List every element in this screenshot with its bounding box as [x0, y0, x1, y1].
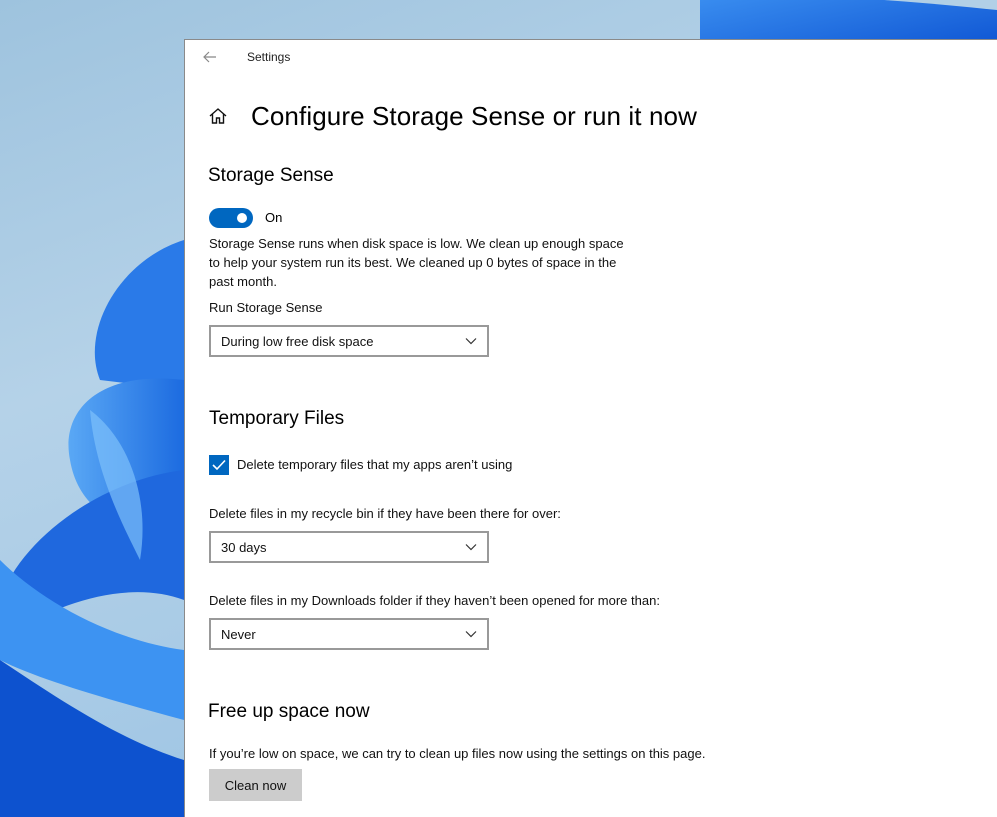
back-button[interactable] — [199, 46, 221, 68]
window-title: Settings — [247, 50, 291, 64]
dropdown-value: 30 days — [221, 540, 267, 555]
page-title: Configure Storage Sense or run it now — [251, 100, 697, 131]
free-up-space-heading: Free up space now — [208, 701, 370, 722]
chevron-down-icon — [465, 631, 477, 638]
storage-sense-heading: Storage Sense — [208, 165, 334, 186]
settings-window: Settings Configure Storage Sense or run … — [184, 39, 997, 817]
title-bar: Settings — [185, 40, 997, 74]
storage-sense-description: Storage Sense runs when disk space is lo… — [209, 234, 769, 291]
description-line: to help your system run its best. We cle… — [209, 255, 617, 270]
recycle-bin-dropdown[interactable]: 30 days — [209, 531, 489, 563]
free-up-space-description: If you’re low on space, we can try to cl… — [209, 746, 706, 761]
storage-sense-toggle[interactable] — [209, 208, 253, 228]
temporary-files-heading: Temporary Files — [209, 408, 345, 429]
chevron-down-icon — [465, 544, 477, 551]
back-arrow-icon — [203, 51, 216, 63]
recycle-bin-label: Delete files in my recycle bin if they h… — [209, 506, 561, 521]
description-line: past month. — [209, 274, 277, 289]
dropdown-value: Never — [221, 627, 256, 642]
home-icon — [209, 108, 227, 124]
home-button[interactable] — [207, 105, 229, 127]
toggle-knob — [237, 213, 247, 223]
downloads-folder-label: Delete files in my Downloads folder if t… — [209, 593, 660, 608]
run-storage-sense-dropdown[interactable]: During low free disk space — [209, 325, 489, 357]
description-line: Storage Sense runs when disk space is lo… — [209, 236, 624, 251]
page-header: Configure Storage Sense or run it now — [207, 98, 697, 134]
delete-temp-files-label: Delete temporary files that my apps aren… — [237, 457, 513, 472]
toggle-state-label: On — [265, 210, 283, 225]
downloads-folder-dropdown[interactable]: Never — [209, 618, 489, 650]
run-storage-sense-label: Run Storage Sense — [209, 300, 323, 315]
delete-temp-files-checkbox[interactable] — [209, 455, 229, 475]
dropdown-value: During low free disk space — [221, 334, 374, 349]
clean-now-button[interactable]: Clean now — [209, 769, 302, 801]
checkmark-icon — [212, 459, 226, 471]
chevron-down-icon — [465, 338, 477, 345]
